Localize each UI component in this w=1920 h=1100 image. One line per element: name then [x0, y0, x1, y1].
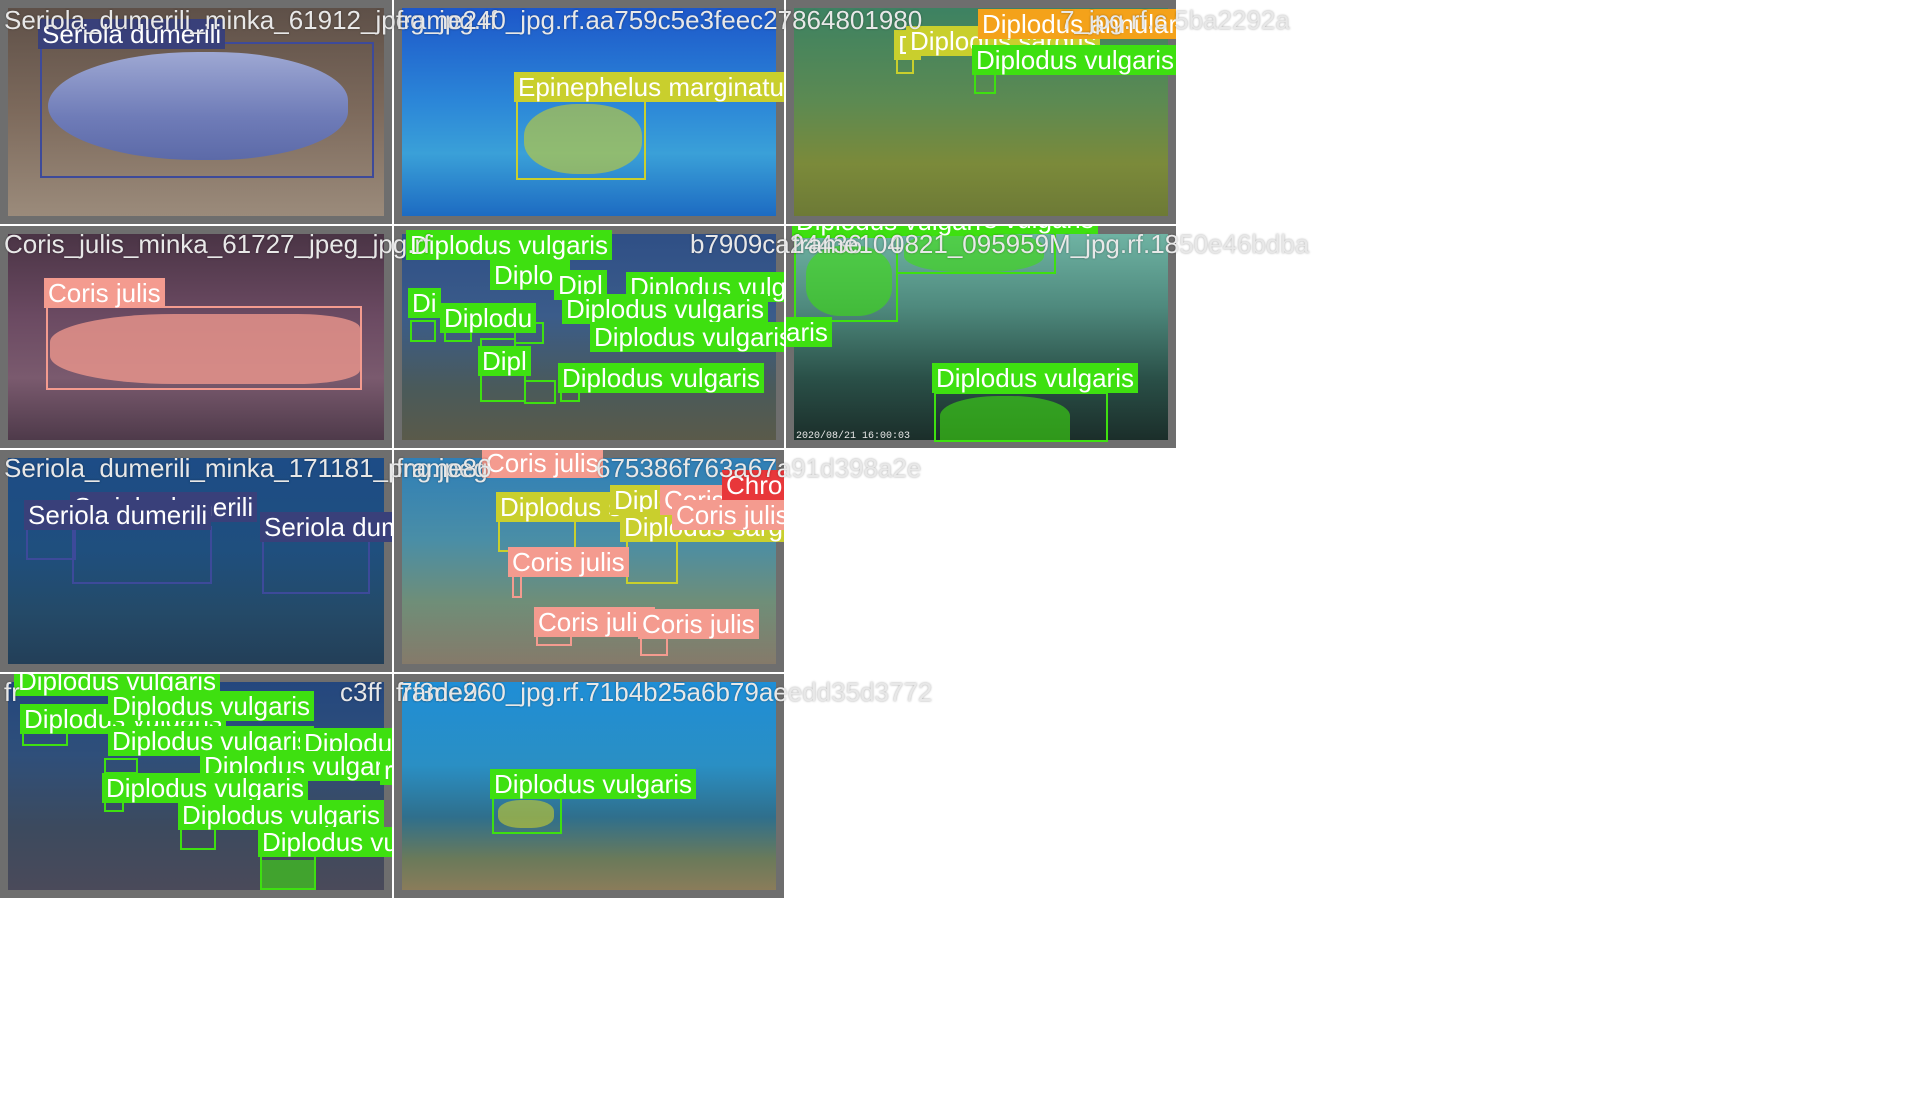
bbox-v6-3 [934, 392, 1108, 442]
label-ser-1: Seriola dumerili [24, 500, 212, 530]
label-coris-8-e: Coris julis [638, 609, 759, 639]
bbox-v10 [492, 794, 562, 834]
bbox-ser-3 [262, 538, 370, 594]
label-v5-8: Diplodus vulgaris [590, 322, 784, 352]
label-v5-2: Di [408, 288, 441, 318]
label-ser-2: Seriola dumerili [260, 512, 392, 542]
tile-6: Diplodus vulgaris s vulgaris Diplodus vu… [786, 226, 1176, 448]
timestamp: 2020/08/21 16:00:03 [796, 431, 911, 442]
filename-14: frame260_jpg.rf.71b4b25a6b79aeedd35d3772 [396, 677, 933, 707]
label-coris-8-c: Coris julis [508, 547, 629, 577]
filename-11: fr [4, 677, 20, 707]
label-v5-10: Diplodus vulgaris [558, 363, 764, 393]
label-v9-8: Diplodus vulgaris [102, 773, 308, 803]
tile-7: Seriola dumerili Seriola dumerili Seriol… [0, 450, 392, 672]
label-v5-7: Diplodus vulgaris [562, 294, 768, 324]
filename-9: frame86 [396, 453, 492, 483]
tile-9: Diplodus vulgaris Diplodus vulgaris Dipl… [0, 674, 392, 898]
bbox-v9-5 [260, 854, 316, 890]
label-coris-8-b: Coris julis [672, 500, 784, 530]
label-epinephelus: Epinephelus marginatus [514, 72, 784, 102]
bbox-v5-6 [524, 380, 556, 404]
label-v9-9: Diplodus vulgaris [178, 800, 384, 830]
label-v9-10: Diplodus vulgaris [258, 827, 392, 857]
tile-5: Diplodus vulgaris Di Diploc Dipl Diplodu… [394, 226, 784, 448]
filename-2: frame240_jpg.rf.aa759c5e3feec27864801980 [396, 5, 923, 35]
bbox-v9-2 [104, 758, 138, 774]
label-v5-9: Dipl [478, 346, 531, 376]
bbox-sargus-8b [626, 540, 678, 584]
tile-8: Coris julis Diplodus s Diplc Diplodus sa… [394, 450, 784, 672]
filename-4: Coris_julis_minka_61727_jpeg_jpg.rf [4, 229, 431, 259]
label-v9-7: ris [380, 755, 392, 785]
tile-10: Diplodus vulgaris [394, 674, 784, 898]
tile-4: Coris julis [0, 226, 392, 448]
filename-3: 7_jpg.rf.c 5ba2292a [1060, 5, 1290, 35]
filename-12: c3ff [340, 677, 382, 707]
bbox-v5-1 [410, 320, 436, 342]
bbox-coris-8c [640, 636, 668, 656]
label-coris-8-top: Coris julis [482, 450, 603, 478]
bbox-vulgaris-tile3 [974, 72, 996, 94]
filename-6: frame104 [792, 229, 902, 259]
label-coris: Coris julis [44, 278, 165, 308]
label-v6-4: aris [786, 317, 832, 347]
bbox-seriola [40, 42, 374, 178]
label-v6-3: Diplodus vulgaris [932, 363, 1138, 393]
label-coris-8-d: Coris julis [534, 607, 655, 637]
label-vulgaris-tile3: Diplodus vulgaris [972, 45, 1176, 75]
bbox-coris [46, 306, 362, 390]
bbox-v5-5 [480, 374, 526, 402]
label-sargus-8a: Diplodus s [496, 492, 626, 522]
label-v5-1: Diplodus vulgaris [406, 230, 612, 260]
filename-10: 675386f763a67a91d398a2e [596, 453, 922, 483]
bbox-ser-1 [26, 526, 76, 560]
label-v10: Diplodus vulgaris [490, 769, 696, 799]
label-v5-6: Diplodu [440, 303, 537, 333]
bbox-epinephelus [516, 100, 646, 180]
label-v9-3: Diplodus vulgaris [108, 691, 314, 721]
bbox-ser-2 [72, 526, 212, 584]
filename-7: 0821_095959M_jpg.rf.1850e46bdba [890, 229, 1310, 259]
